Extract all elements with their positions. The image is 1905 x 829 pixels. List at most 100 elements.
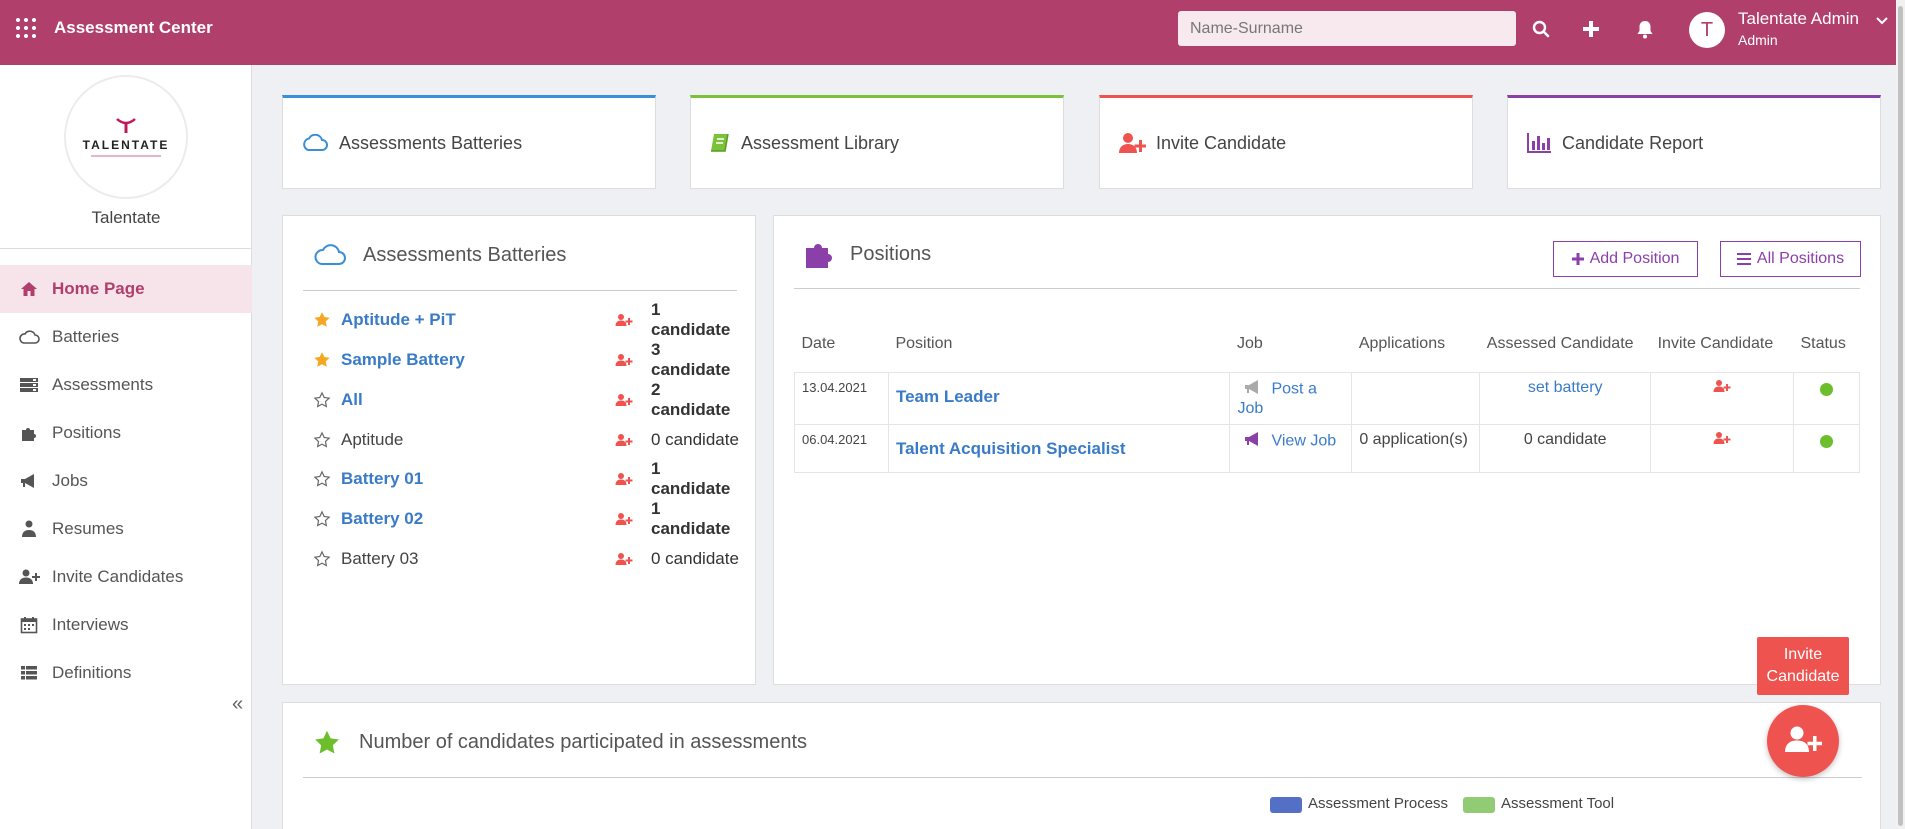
sidebar-item-home[interactable]: Home Page xyxy=(0,265,252,313)
sidebar: TALENTATE Talentate Home Page Batteries … xyxy=(0,65,252,829)
legend-label[interactable]: Assessment Process xyxy=(1308,795,1448,812)
avatar[interactable]: T xyxy=(1689,12,1725,48)
sidebar-item-label: Definitions xyxy=(52,663,132,682)
bell-icon[interactable] xyxy=(1632,16,1658,42)
divider xyxy=(303,290,737,291)
invite-user-icon[interactable] xyxy=(615,472,639,486)
search-input[interactable] xyxy=(1178,11,1516,46)
app-title[interactable]: Assessment Center xyxy=(54,18,213,38)
invite-user-icon[interactable] xyxy=(615,552,639,566)
table-header-row: Date Position Job Applications Assessed … xyxy=(795,316,1860,372)
star-outline-icon[interactable] xyxy=(313,510,333,528)
batteries-panel: Assessments Batteries Aptitude + PiT 1 ca… xyxy=(282,215,756,685)
status-dot xyxy=(1819,382,1833,396)
search-icon[interactable] xyxy=(1528,16,1554,42)
star-outline-icon[interactable] xyxy=(313,391,333,409)
battery-row: Battery 01 1 candidate xyxy=(313,459,743,498)
tile-candidate-report[interactable]: Candidate Report xyxy=(1507,95,1881,189)
sidebar-item-definitions[interactable]: Definitions xyxy=(0,649,252,697)
page-scrollbar-thumb[interactable] xyxy=(1898,6,1903,826)
sidebar-item-label: Assessments xyxy=(52,375,154,394)
book-icon xyxy=(709,132,731,154)
star-filled-icon[interactable] xyxy=(313,311,333,329)
candidate-count: 2 candidate xyxy=(651,380,731,419)
invite-candidate-icon[interactable] xyxy=(1713,379,1731,397)
user-plus-icon xyxy=(1784,725,1822,758)
battery-row: Aptitude 0 candidate xyxy=(313,428,743,452)
puzzle-icon xyxy=(804,240,834,275)
candidate-count: 1 candidate xyxy=(651,300,731,339)
column-header: Job xyxy=(1236,334,1263,352)
sidebar-item-label: Resumes xyxy=(52,519,124,538)
company-name: Talentate xyxy=(91,208,161,227)
star-outline-icon[interactable] xyxy=(313,431,333,449)
collapse-sidebar-icon[interactable]: « xyxy=(232,693,243,716)
column-header: Date xyxy=(801,334,836,352)
legend-swatch[interactable] xyxy=(1270,797,1302,813)
sidebar-item-label: Batteries xyxy=(52,327,120,346)
table-row: 06.04.2021 Talent Acquisition Specialist… xyxy=(794,423,1861,473)
sidebar-item-label: Interviews xyxy=(52,615,129,634)
tile-label: Assessments Batteries xyxy=(339,132,523,153)
sidebar-item-label: Jobs xyxy=(52,471,88,490)
legend-swatch[interactable] xyxy=(1463,797,1495,813)
battery-name: Aptitude xyxy=(341,430,404,449)
megaphone-icon xyxy=(1243,431,1263,452)
sidebar-item-batteries[interactable]: Batteries xyxy=(0,313,252,361)
sidebar-item-positions[interactable]: Positions xyxy=(0,409,252,457)
star-outline-icon[interactable] xyxy=(313,550,333,568)
invite-user-icon[interactable] xyxy=(615,512,639,526)
battery-name[interactable]: Aptitude + PiT xyxy=(341,310,615,330)
legend-label[interactable]: Assessment Tool xyxy=(1501,795,1614,812)
tile-label: Invite Candidate xyxy=(1156,132,1287,153)
add-position-button[interactable]: Add Position xyxy=(1553,241,1698,277)
panel-title: Assessments Batteries xyxy=(363,244,567,266)
position-link[interactable]: Talent Acquisition Specialist xyxy=(896,439,1126,459)
cloud-icon xyxy=(301,134,329,152)
sidebar-item-assessments[interactable]: Assessments xyxy=(0,361,252,409)
invite-user-icon[interactable] xyxy=(615,393,639,407)
sidebar-item-jobs[interactable]: Jobs xyxy=(0,457,252,505)
invite-user-icon[interactable] xyxy=(615,313,639,327)
battery-name[interactable]: Sample Battery xyxy=(341,350,615,370)
sidebar-item-label: Positions xyxy=(52,423,121,442)
all-positions-button[interactable]: All Positions xyxy=(1720,241,1861,277)
apps-grid-icon[interactable] xyxy=(16,18,38,40)
invite-candidate-fab[interactable] xyxy=(1767,705,1839,777)
position-date: 06.04.2021 xyxy=(802,431,868,447)
tile-invite-candidate[interactable]: Invite Candidate xyxy=(1099,95,1473,189)
position-link[interactable]: Team Leader xyxy=(896,387,1000,407)
invite-user-icon[interactable] xyxy=(615,353,639,367)
view-job-link[interactable]: View Job xyxy=(1271,432,1336,449)
column-header: Assessed Candidate xyxy=(1486,334,1634,352)
divider xyxy=(303,777,1862,778)
user-plus-icon xyxy=(16,569,42,585)
set-battery-link[interactable]: set battery xyxy=(1528,379,1603,396)
star-outline-icon[interactable] xyxy=(313,470,333,488)
sidebar-item-resumes[interactable]: Resumes xyxy=(0,505,252,553)
battery-name[interactable]: All xyxy=(341,390,615,410)
star-filled-icon[interactable] xyxy=(313,351,333,369)
battery-name: Battery 03 xyxy=(341,549,419,568)
sidebar-item-invite-candidates[interactable]: Invite Candidates xyxy=(0,553,252,601)
battery-name[interactable]: Battery 01 xyxy=(341,469,615,489)
tile-assessments-batteries[interactable]: Assessments Batteries xyxy=(282,95,656,189)
user-name[interactable]: Talentate Admin xyxy=(1738,9,1859,29)
list-icon xyxy=(16,665,42,681)
add-icon[interactable] xyxy=(1578,16,1604,42)
status-dot xyxy=(1819,434,1833,448)
chevron-down-icon[interactable] xyxy=(1876,12,1888,28)
user-plus-icon xyxy=(1118,132,1146,154)
table-row: 13.04.2021 Team Leader Post a Job set ba… xyxy=(794,371,1861,425)
megaphone-icon xyxy=(16,473,42,489)
battery-row: Aptitude + PiT 1 candidate xyxy=(313,300,743,339)
tile-label: Candidate Report xyxy=(1562,132,1704,153)
battery-row: Battery 03 0 candidate xyxy=(313,547,743,571)
calendar-icon xyxy=(16,616,42,634)
invite-candidate-icon[interactable] xyxy=(1713,431,1731,449)
sidebar-item-interviews[interactable]: Interviews xyxy=(0,601,252,649)
battery-name[interactable]: Battery 02 xyxy=(341,509,615,529)
top-bar: Assessment Center T Talentate Admin Admi… xyxy=(0,0,1905,65)
invite-user-icon[interactable] xyxy=(615,433,639,447)
tile-assessment-library[interactable]: Assessment Library xyxy=(690,95,1064,189)
